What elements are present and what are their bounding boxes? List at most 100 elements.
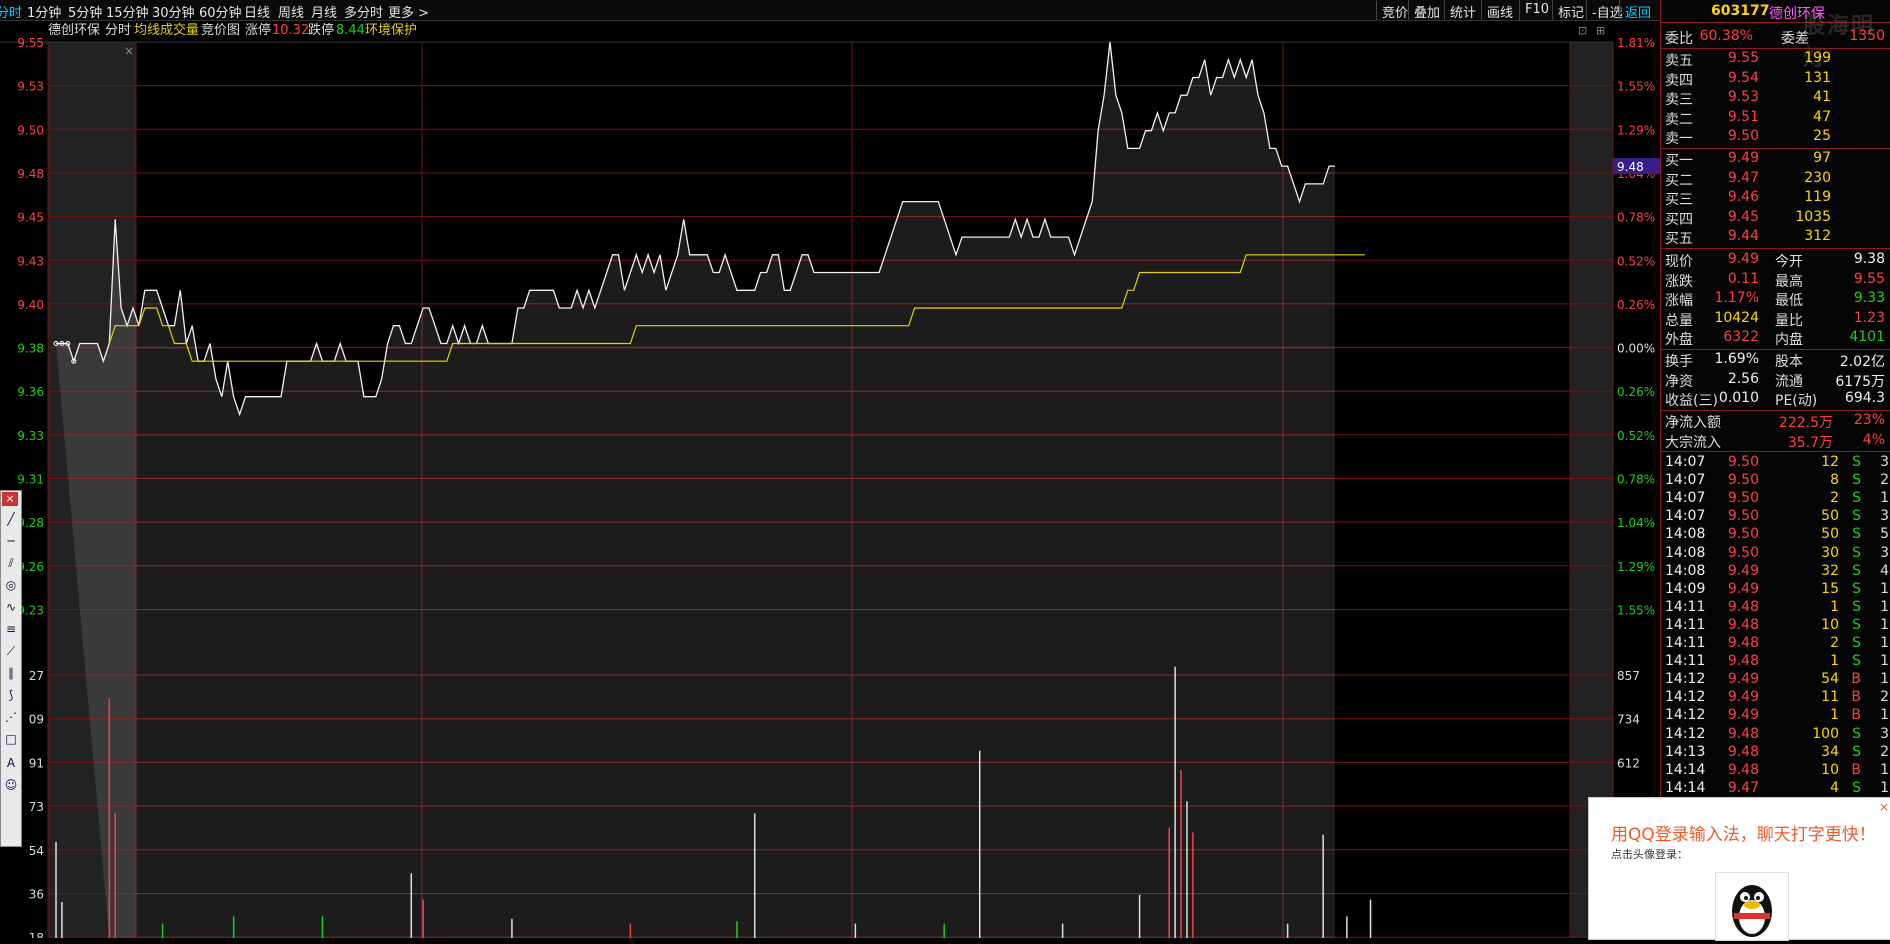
- tab-avg-line[interactable]: 均线: [134, 23, 160, 38]
- tick-volume: 4: [1830, 779, 1839, 796]
- gann-tool-icon[interactable]: ⟋: [3, 643, 19, 659]
- period-tab-4[interactable]: 30分钟: [152, 2, 195, 21]
- tick-price: 9.50: [1727, 544, 1759, 561]
- price-area-fill: [56, 42, 1335, 938]
- parallel-tool-icon[interactable]: ⫽: [3, 555, 19, 571]
- tab-auction-chart[interactable]: 竞价图: [201, 22, 240, 38]
- segment-tool-icon[interactable]: ─: [3, 533, 19, 549]
- line-tool-icon[interactable]: ╱: [3, 511, 19, 527]
- cycle-tool-icon[interactable]: ⟆: [3, 687, 19, 703]
- tab-volume[interactable]: 成交量: [160, 22, 199, 38]
- qq-login-popup[interactable]: 用QQ登录输入法，聊天打字更快！ 点击头像登录： ×: [1588, 797, 1890, 941]
- limit-down-value[interactable]: 8.44: [336, 23, 365, 38]
- tick-side: S: [1852, 743, 1861, 760]
- tick-price: 9.48: [1727, 635, 1759, 651]
- tick-time: 14:11: [1665, 635, 1706, 651]
- tick-row: 14:12 9.49 54 B 1: [1665, 671, 1889, 690]
- marker-tool-icon[interactable]: ☺: [3, 777, 19, 793]
- tick-time: 14:08: [1665, 526, 1706, 543]
- period-tab-6[interactable]: 日线: [244, 2, 270, 21]
- stat-value: 4101: [1849, 329, 1885, 345]
- chart-settings-icon[interactable]: ⊡: [1578, 24, 1587, 37]
- period-tab-7[interactable]: 周线: [278, 2, 304, 21]
- tick-price: 9.49: [1727, 671, 1759, 688]
- tick-volume: 15: [1821, 580, 1839, 597]
- period-tab-9[interactable]: 多分时: [344, 2, 383, 21]
- price-tick-label: 9.38: [17, 342, 44, 356]
- stat-value: 1.17%: [1714, 290, 1759, 306]
- tick-price: 9.48: [1727, 743, 1759, 760]
- limit-down-label[interactable]: 跌停: [308, 22, 334, 38]
- toolbar-button-5[interactable]: 标记: [1558, 2, 1584, 21]
- wave-tool-icon[interactable]: ∿: [3, 599, 19, 615]
- channel-tool-icon[interactable]: ∥: [3, 665, 19, 681]
- close-icon[interactable]: ×: [1879, 800, 1889, 814]
- tick-count: 3: [1880, 544, 1889, 561]
- volume-tick-label: 36: [29, 888, 44, 902]
- close-icon[interactable]: ×: [2, 492, 18, 506]
- tick-side: S: [1852, 616, 1861, 633]
- limit-up-label[interactable]: 涨停: [245, 22, 271, 38]
- period-tab-2[interactable]: 5分钟: [68, 2, 102, 21]
- text-tool-icon[interactable]: A: [3, 755, 19, 771]
- toolbar-button-1[interactable]: 叠加: [1414, 2, 1440, 21]
- period-tab-10[interactable]: 更多 >: [388, 2, 429, 21]
- tick-time: 14:11: [1665, 616, 1706, 633]
- period-tab-0[interactable]: 分时: [0, 2, 22, 21]
- tick-count: 1: [1880, 616, 1889, 633]
- tick-row: 14:12 9.49 11 B 2: [1665, 689, 1889, 708]
- tick-volume: 100: [1812, 725, 1839, 742]
- tick-side: S: [1852, 490, 1861, 507]
- tick-volume: 1: [1830, 707, 1839, 724]
- close-icon[interactable]: ×: [124, 44, 134, 58]
- tick-volume: 1: [1830, 598, 1839, 615]
- bid-label: 买一: [1665, 153, 1693, 169]
- arc-tool-icon[interactable]: ◎: [3, 577, 19, 593]
- tick-row: 14:07 9.50 50 S 3: [1665, 508, 1889, 527]
- fan-tool-icon[interactable]: ⋰: [3, 709, 19, 725]
- bid-row: 买五 9.44 312: [1665, 228, 1889, 247]
- tick-side: B: [1851, 761, 1861, 778]
- tick-volume: 50: [1821, 526, 1839, 543]
- price-tick-label: 9.53: [17, 80, 44, 94]
- divider: [1661, 148, 1890, 149]
- stat-label: 外盘: [1665, 332, 1693, 348]
- fib-tool-icon[interactable]: ≡: [3, 621, 19, 637]
- sector-tag[interactable]: 环境保护: [365, 23, 417, 38]
- tick-count: 1: [1880, 671, 1889, 688]
- tick-side: S: [1852, 653, 1861, 670]
- tick-side: S: [1852, 526, 1861, 543]
- chart-expand-icon[interactable]: ⊞: [1596, 24, 1605, 37]
- stat-label: 最低: [1775, 293, 1803, 309]
- rectangle-tool-icon[interactable]: □: [3, 731, 19, 747]
- qq-avatar-icon[interactable]: [1715, 872, 1789, 941]
- period-tab-8[interactable]: 月线: [311, 2, 337, 21]
- bid-volume: 1035: [1795, 208, 1831, 225]
- stat-label: 今开: [1775, 254, 1803, 270]
- bid-price: 9.47: [1727, 169, 1759, 186]
- toolbar-button-4[interactable]: F10: [1525, 2, 1549, 17]
- bid-price: 9.49: [1727, 150, 1759, 166]
- tick-price: 9.50: [1727, 454, 1759, 470]
- period-tab-3[interactable]: 15分钟: [106, 2, 149, 21]
- tick-time: 14:14: [1665, 761, 1706, 778]
- period-tab-5[interactable]: 60分钟: [199, 2, 242, 21]
- divider: [1661, 451, 1890, 452]
- stat-value: 6322: [1723, 329, 1759, 345]
- tick-price: 9.49: [1727, 707, 1759, 724]
- tick-count: 1: [1880, 490, 1889, 507]
- pct-tick-label: 0.78%: [1617, 473, 1655, 487]
- period-tab-1[interactable]: 1分钟: [27, 2, 61, 21]
- tick-row: 14:07 9.50 2 S 1: [1665, 490, 1889, 509]
- stat-label: 现价: [1665, 254, 1693, 270]
- tick-time: 14:11: [1665, 653, 1706, 670]
- toolbar-button-0[interactable]: 竞价: [1382, 2, 1408, 21]
- flow-row: 大宗流入 35.7万 4%: [1665, 432, 1889, 451]
- stock-name-label[interactable]: 德创环保: [48, 23, 100, 38]
- limit-up-value[interactable]: 10.32: [272, 23, 309, 38]
- toolbar-button-7[interactable]: 返回: [1625, 2, 1651, 21]
- toolbar-button-2[interactable]: 统计: [1450, 2, 1476, 21]
- toolbar-button-3[interactable]: 画线: [1487, 2, 1513, 21]
- tab-intraday[interactable]: 分时: [105, 23, 131, 38]
- stat-label: 股本: [1775, 354, 1803, 370]
